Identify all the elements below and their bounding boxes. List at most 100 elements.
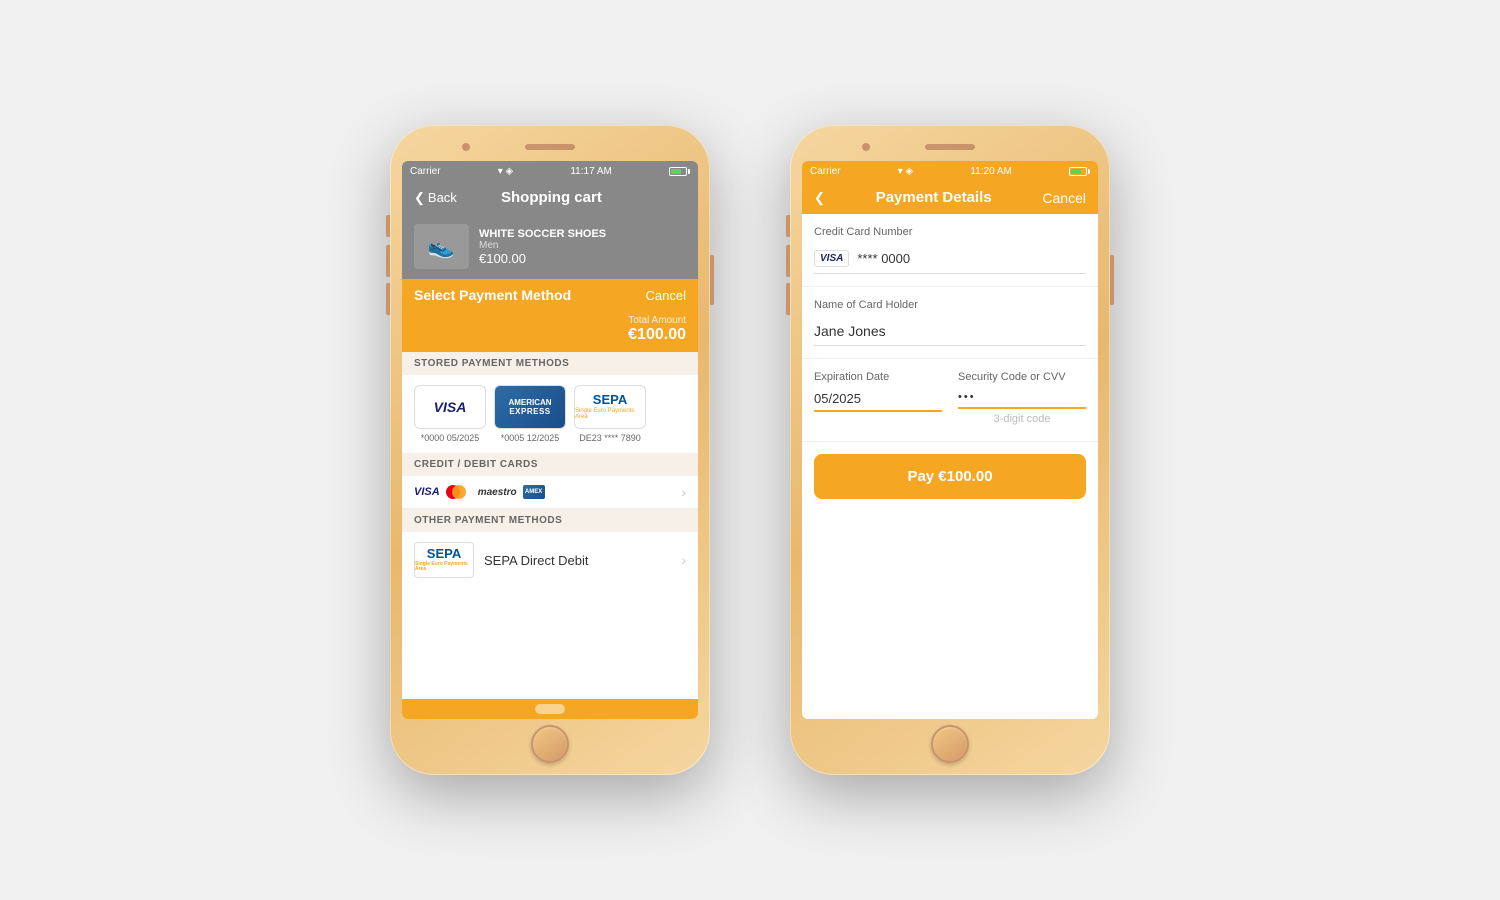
nav-title-1: Shopping cart [501,189,602,206]
sepa-direct-logo: SEPA Single Euro Payments Area [414,542,474,578]
volume-up-button[interactable] [386,245,390,277]
visa-logo: VISA [434,399,467,415]
payment-form: Credit Card Number VISA **** 0000 Name o… [802,214,1098,719]
payment-cancel-button[interactable]: Cancel [646,288,686,303]
phone-2-top [802,137,1098,157]
nav-bar-1: ❮ Back Shopping cart [402,181,698,214]
card-number-section: Credit Card Number VISA **** 0000 [802,214,1098,287]
cvv-field: Security Code or CVV ••• 3-digit code [958,371,1086,429]
battery-indicator [669,167,690,176]
power-button[interactable] [710,255,714,305]
payment-banner: Select Payment Method Cancel [402,279,698,311]
card-holder-label: Name of Card Holder [814,299,1086,311]
cvv-value[interactable]: ••• [958,387,1086,409]
total-label: Total Amount [414,315,686,326]
expiration-value[interactable]: 05/2025 [814,387,942,412]
mini-visa-logo: VISA [414,486,440,498]
stored-cards: VISA *0000 05/2025 AMERICAN EXPRESS *000… [414,385,686,443]
power-button-2[interactable] [1110,255,1114,305]
phone-1: Carrier ▾ ◈ 11:17 AM ❮ Back Shopping car… [390,125,710,775]
product-info: WHITE SOCCER SHOES Men €100.00 [479,228,686,266]
amex-logo: AMERICAN EXPRESS [495,386,565,428]
nav-title-2: Payment Details [876,189,992,206]
carrier-label-2: Carrier [810,166,841,177]
phone-2-bottom [802,725,1098,763]
expiry-cvv-row: Expiration Date 05/2025 Security Code or… [814,371,1086,429]
product-price: €100.00 [479,251,686,266]
phone-1-screen: Carrier ▾ ◈ 11:17 AM ❮ Back Shopping car… [402,161,698,719]
mute-button[interactable] [386,215,390,237]
volume-down-button[interactable] [386,283,390,315]
amex-logo-box: AMERICAN EXPRESS [494,385,566,429]
sepa-method-label: SEPA Direct Debit [484,553,671,568]
bottom-partial [402,699,698,719]
speaker [525,144,575,150]
credit-section-header: CREDIT / DEBIT CARDS [402,453,698,476]
credit-card-method-row[interactable]: VISA maestro AMEX › [402,476,698,509]
status-bar-2: Carrier ▾ ◈ 11:20 AM [802,161,1098,181]
mini-amex-logo: AMEX [523,485,545,499]
phone-1-bottom [402,725,698,763]
carrier-label: Carrier [410,166,441,177]
credit-card-logos: VISA maestro AMEX [414,484,545,500]
mute-button-2[interactable] [786,215,790,237]
sepa-chevron-icon: › [681,552,686,568]
expiration-field: Expiration Date 05/2025 [814,371,942,429]
visa-logo-box: VISA [414,385,486,429]
sepa-logo: SEPA Single Euro Payments Area [575,393,645,420]
card-brand-visa: VISA [814,250,849,267]
volume-up-button-2[interactable] [786,245,790,277]
cvv-placeholder: 3-digit code [958,409,1086,429]
status-bar-1: Carrier ▾ ◈ 11:17 AM [402,161,698,181]
product-image: 👟 [414,224,469,269]
card-number-input[interactable]: VISA **** 0000 [814,244,1086,274]
speaker-2 [925,144,975,150]
stored-cards-row: VISA *0000 05/2025 AMERICAN EXPRESS *000… [402,375,698,453]
mastercard-logo [446,484,472,500]
time-display: 11:17 AM [570,166,612,177]
expiry-cvv-section: Expiration Date 05/2025 Security Code or… [802,359,1098,442]
front-camera [462,143,470,151]
front-camera-2 [862,143,870,151]
back-label[interactable]: Back [428,190,457,205]
wifi-icon: ▾ ◈ [498,166,514,177]
pay-button[interactable]: Pay €100.00 [814,454,1086,499]
maestro-logo: maestro [478,487,517,498]
other-section-header: OTHER PAYMENT METHODS [402,509,698,532]
product-name: WHITE SOCCER SHOES [479,228,686,240]
back-button-2[interactable]: ❮ [814,190,825,206]
card-holder-input[interactable] [814,317,1086,346]
sepa-card-label: DE23 **** 7890 [579,433,641,443]
card-holder-section: Name of Card Holder [802,287,1098,359]
cancel-button-2[interactable]: Cancel [1042,190,1086,206]
back-chevron-icon: ❮ [414,190,425,206]
expiration-label: Expiration Date [814,371,942,383]
sepa-method-row[interactable]: SEPA Single Euro Payments Area SEPA Dire… [402,532,698,588]
sepa-logo-box: SEPA Single Euro Payments Area [574,385,646,429]
home-button-2[interactable] [931,725,969,763]
stored-card-sepa[interactable]: SEPA Single Euro Payments Area DE23 ****… [574,385,646,443]
total-row: Total Amount €100.00 [402,311,698,352]
phone-top [402,137,698,157]
phone-2-screen: Carrier ▾ ◈ 11:20 AM ❮ Payment Details C… [802,161,1098,719]
nav-bar-2: ❮ Payment Details Cancel [802,181,1098,214]
product-category: Men [479,240,686,251]
phone-2: Carrier ▾ ◈ 11:20 AM ❮ Payment Details C… [790,125,1110,775]
battery-indicator-2 [1069,167,1090,176]
cvv-label: Security Code or CVV [958,371,1086,383]
product-row: 👟 WHITE SOCCER SHOES Men €100.00 [402,214,698,279]
credit-chevron-icon: › [681,484,686,500]
time-display-2: 11:20 AM [970,166,1012,177]
card-number-label: Credit Card Number [814,226,1086,238]
visa-card-label: *0000 05/2025 [421,433,480,443]
stored-section-header: STORED PAYMENT METHODS [402,352,698,375]
select-payment-label: Select Payment Method [414,287,571,303]
card-masked-number: **** 0000 [857,251,910,266]
stored-card-visa[interactable]: VISA *0000 05/2025 [414,385,486,443]
stored-card-amex[interactable]: AMERICAN EXPRESS *0005 12/2025 [494,385,566,443]
total-amount: €100.00 [414,326,686,344]
home-button-1[interactable] [531,725,569,763]
volume-down-button-2[interactable] [786,283,790,315]
back-button[interactable]: ❮ Back [414,190,457,206]
amex-card-label: *0005 12/2025 [501,433,560,443]
